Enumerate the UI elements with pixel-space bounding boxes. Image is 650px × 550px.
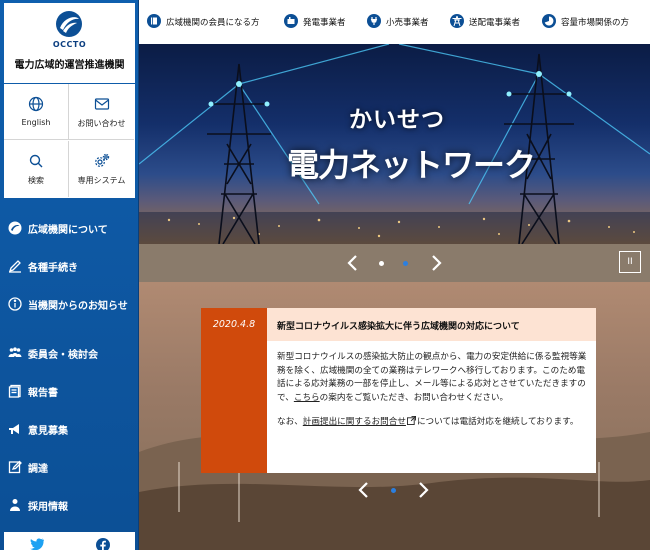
topnav-link-label: 発電事業者 [303, 18, 346, 28]
news-p2-text: なお、 [277, 417, 303, 427]
info-icon [8, 297, 22, 311]
topnav-link-label: 小売事業者 [386, 18, 429, 28]
news-card: 2020.4.8 新型コロナウイルス感染拡大に伴う広域機関の対応について 新型コ… [201, 308, 596, 473]
hero-banner[interactable]: かいせつ 電力ネットワーク [139, 44, 650, 244]
site-logo[interactable]: OCCTO 電力広域的運営推進機関 [4, 3, 135, 83]
topnav-link-label: 送配電事業者 [469, 18, 521, 28]
mail-icon [94, 98, 109, 110]
sidebar-item-public-comment[interactable]: 意見募集 [0, 414, 139, 444]
news-paragraph-2: なお、計画提出に関するお問合せ については電話対応を継続しております。 [277, 416, 589, 430]
hero-pause-button[interactable]: II [619, 251, 641, 273]
plug-icon [367, 14, 381, 28]
dedicated-system-link[interactable]: 専用システム [69, 141, 134, 197]
sidebar-item-about[interactable]: 広域機関について [0, 213, 139, 243]
sidebar-item-procurement[interactable]: 調達 [0, 452, 139, 482]
sidebar-item-label: 広域機関について [28, 225, 108, 236]
hero-slide-dot-1[interactable] [379, 261, 384, 266]
sidebar-item-reports[interactable]: 報告書 [0, 376, 139, 406]
sidebar-item-procedures[interactable]: 各種手続き [0, 251, 139, 281]
organization-name: 電力広域的運営推進機関 [14, 60, 125, 71]
news-body: 新型コロナウイルスの感染拡大防止の観点から、電力の安定供給に係る監視等業務を除く… [277, 351, 589, 441]
globe-icon [28, 96, 44, 112]
news-slide-dot[interactable] [391, 488, 396, 493]
audience-nav: 広域機関の会員になる方 発電事業者 小売事業者 送配電事業者 容量市場関係の方 [139, 0, 650, 44]
sidebar-item-notices[interactable]: 当機関からのお知らせ [0, 289, 139, 319]
hero-title-line2: 電力ネットワーク [287, 146, 536, 184]
news-paragraph-1: 新型コロナウイルスの感染拡大防止の観点から、電力の安定供給に係る監視等業務を除く… [277, 351, 589, 405]
hero-slide-dot-2[interactable] [403, 261, 408, 266]
english-link-label: English [21, 118, 51, 127]
edit-icon [8, 460, 22, 474]
sidebar-item-committees[interactable]: 委員会・検討会 [0, 338, 139, 368]
news-prev-arrow-icon[interactable] [356, 480, 370, 500]
tower-icon [450, 14, 464, 28]
chart-icon [542, 14, 556, 28]
sidebar: OCCTO 電力広域的運営推進機関 English お問い合わせ 検索 専用シス… [0, 0, 139, 550]
quick-links-grid: English お問い合わせ 検索 専用システム [4, 84, 135, 198]
sidebar-item-label: 調達 [28, 464, 48, 475]
news-here-link[interactable]: こちら [294, 393, 320, 403]
plan-inquiry-link[interactable]: 計画提出に関するお問合せ [303, 417, 406, 427]
hero-prev-arrow-icon[interactable] [344, 253, 360, 273]
social-links [4, 532, 135, 550]
sidebar-item-label: 意見募集 [28, 426, 68, 437]
search-icon [29, 154, 43, 168]
english-link[interactable]: English [4, 84, 69, 140]
facebook-icon[interactable] [96, 538, 110, 550]
sidebar-item-label: 当機関からのお知らせ [28, 301, 128, 312]
person-icon [10, 499, 20, 511]
twitter-icon[interactable] [30, 538, 44, 550]
gear-icon [94, 153, 109, 167]
news-p2-text-end: については電話対応を継続しております。 [416, 417, 579, 427]
news-title: 新型コロナウイルス感染拡大に伴う広域機関の対応について [277, 322, 520, 332]
contact-link-label: お問い合わせ [77, 119, 126, 128]
pen-icon [8, 260, 21, 273]
search-link[interactable]: 検索 [4, 141, 69, 197]
search-link-label: 検索 [28, 176, 44, 185]
sidebar-item-recruit[interactable]: 採用情報 [0, 490, 139, 520]
book-icon [147, 14, 161, 28]
hero-next-arrow-icon[interactable] [429, 253, 445, 273]
topnav-link-label: 容量市場関係の方 [561, 18, 630, 28]
people-icon [8, 347, 22, 357]
news-p1-text-end: の案内をご覧いただき、お問い合わせください。 [319, 392, 509, 403]
sidebar-item-label: 採用情報 [28, 502, 68, 513]
news-next-arrow-icon[interactable] [417, 480, 431, 500]
news-header: 新型コロナウイルス感染拡大に伴う広域機関の対応について [267, 308, 596, 341]
external-link-icon [406, 416, 416, 425]
occto-logo-mark-icon [56, 11, 82, 37]
news-date: 2020.4.8 [212, 319, 256, 330]
hero-slider-controls: II [139, 244, 650, 282]
hero-title-line1: かいせつ [349, 107, 445, 133]
building-icon [284, 14, 298, 28]
document-icon [8, 384, 21, 398]
dedicated-system-link-label: 専用システム [77, 176, 126, 185]
logo-mark-icon [8, 221, 22, 235]
news-date-column: 2020.4.8 [201, 308, 267, 473]
topnav-link-label: 広域機関の会員になる方 [166, 18, 260, 28]
sidebar-item-label: 報告書 [28, 388, 58, 399]
sidebar-item-label: 各種手続き [28, 263, 78, 274]
contact-link[interactable]: お問い合わせ [69, 84, 134, 140]
speaker-icon [9, 424, 19, 434]
logo-text: OCCTO [52, 40, 87, 49]
sidebar-item-label: 委員会・検討会 [28, 350, 98, 361]
